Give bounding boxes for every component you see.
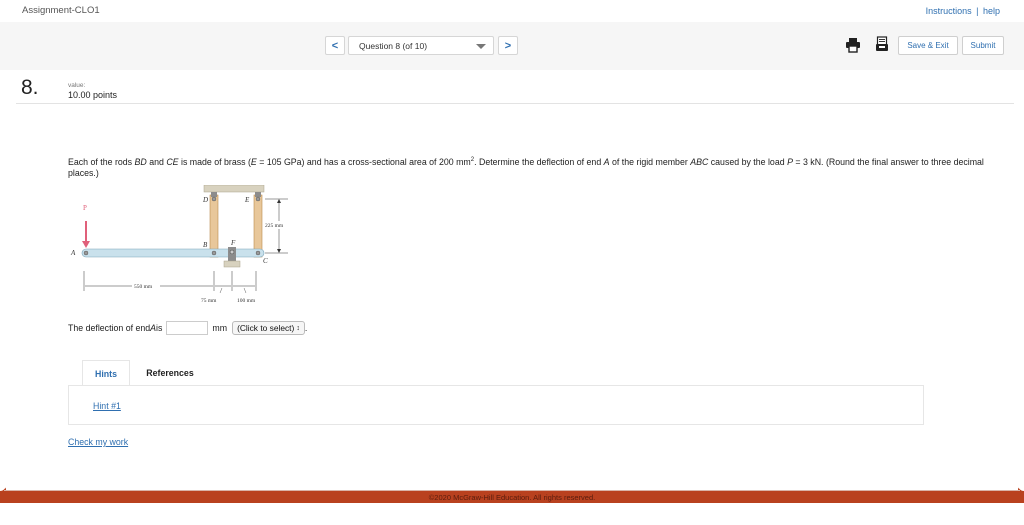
answer-is: is <box>156 323 163 333</box>
dim-550: 550 mm <box>134 284 153 290</box>
rod-bd <box>209 194 219 258</box>
top-bar: Assignment-CLO1 Instructions | help <box>0 0 1024 22</box>
save-icon[interactable] <box>876 36 888 52</box>
value-label: value: <box>68 82 86 89</box>
label-f: F <box>230 239 236 247</box>
help-link[interactable]: help <box>983 6 1000 16</box>
question-text: Each of the rods BD and CE is made of br… <box>68 155 1008 180</box>
label-b: B <box>203 241 208 249</box>
hint-1-link[interactable]: Hint #1 <box>93 401 121 411</box>
answer-unit: mm <box>212 323 228 333</box>
label-a: A <box>70 249 76 257</box>
question-selector[interactable]: Question 8 (of 10) <box>348 36 494 55</box>
previous-question-button[interactable]: < <box>325 36 345 55</box>
question-nav-bar: < Question 8 (of 10) > Save & Exit Submi… <box>0 22 1024 70</box>
top-links: Instructions | help <box>926 6 1000 16</box>
question-text-part: Each of the rods <box>68 156 135 167</box>
dim-225: 225 mm <box>265 223 284 229</box>
answer-suffix: . <box>304 323 308 333</box>
chevron-right-icon: > <box>504 39 512 52</box>
rod-ce <box>253 194 263 258</box>
label-c: C <box>263 257 268 265</box>
print-icon[interactable] <box>846 37 860 53</box>
question-text-var: BD <box>134 156 147 167</box>
deflection-answer-input[interactable] <box>166 321 209 335</box>
question-text-var: CE <box>166 156 179 167</box>
label-e: E <box>244 196 250 204</box>
header-divider <box>16 103 1014 104</box>
question-number: 8. <box>21 76 39 99</box>
load-label: P <box>83 204 87 212</box>
footer: ©2020 McGraw-Hill Education. All rights … <box>0 491 1024 503</box>
next-question-button[interactable]: > <box>498 36 518 55</box>
question-text-part: caused by the load <box>708 156 788 167</box>
direction-select-value: (Click to select) <box>237 323 295 333</box>
question-points: 10.00 points <box>68 90 118 100</box>
problem-figure: P A B C D E F 225 mm 550 mm 75 mm 100 mm <box>70 185 294 304</box>
rigid-beam-abc <box>81 248 265 258</box>
hints-panel <box>68 385 924 425</box>
dropdown-caret-icon <box>476 44 486 49</box>
save-and-exit-button[interactable]: Save & Exit <box>898 36 958 55</box>
instructions-link[interactable]: Instructions <box>926 6 972 16</box>
submit-button[interactable]: Submit <box>962 36 1004 55</box>
question-text-part: = 105 GPa) and has a cross-sectional are… <box>256 156 471 167</box>
link-separator: | <box>976 6 979 16</box>
chevron-left-icon: < <box>331 39 339 52</box>
label-d: D <box>202 196 208 204</box>
top-support <box>203 185 265 193</box>
question-text-part: of the rigid member <box>609 156 691 167</box>
page: Assignment-CLO1 Instructions | help < Qu… <box>0 0 1024 525</box>
answer-row: The deflection of end A is mm (Click to … <box>68 321 307 335</box>
question-selector-value: Question 8 (of 10) <box>359 40 428 51</box>
answer-prefix: The deflection of end <box>68 323 151 333</box>
select-arrows-icon: ↕ <box>296 324 300 332</box>
assignment-title: Assignment-CLO1 <box>22 5 100 16</box>
tab-hints[interactable]: Hints <box>82 360 130 386</box>
tab-references[interactable]: References <box>136 360 204 386</box>
question-text-var: ABC <box>690 156 709 167</box>
dim-100: 100 mm <box>237 298 256 304</box>
dim-75: 75 mm <box>201 298 217 304</box>
question-text-part: and <box>146 156 167 167</box>
check-my-work-link[interactable]: Check my work <box>68 437 128 447</box>
question-text-part: . Determine the deflection of end <box>474 156 604 167</box>
direction-select[interactable]: (Click to select) ↕ <box>232 321 305 335</box>
copyright-text: ©2020 McGraw-Hill Education. All rights … <box>428 492 596 502</box>
question-text-part: is made of brass ( <box>178 156 251 167</box>
